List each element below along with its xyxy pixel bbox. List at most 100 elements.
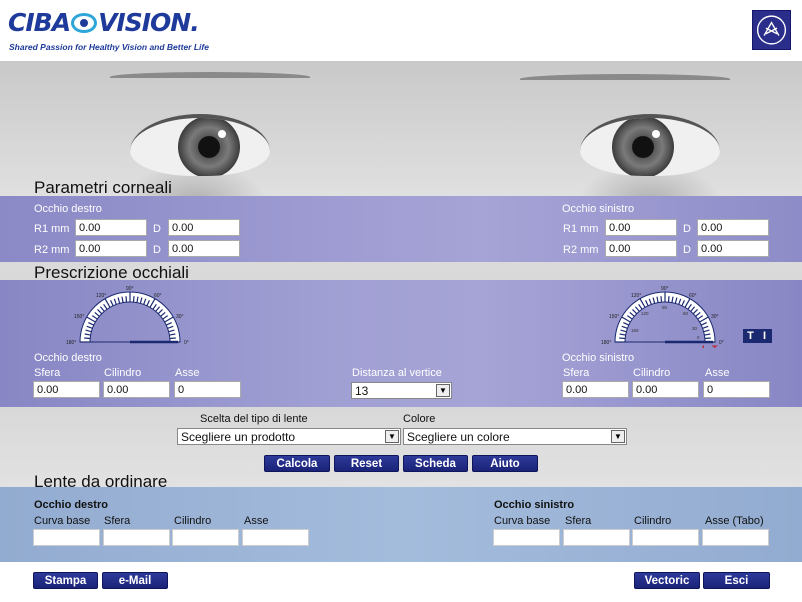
order-left-cilindro-output bbox=[632, 529, 699, 546]
order-left-curva-output bbox=[493, 529, 560, 546]
prescription-title: Prescrizione occhiali bbox=[34, 263, 189, 282]
protractor-tick bbox=[619, 337, 626, 340]
r2-d-left-input[interactable] bbox=[697, 240, 769, 257]
r2-mm-left-input[interactable] bbox=[605, 240, 677, 257]
color-select-value: Scegliere un colore bbox=[407, 430, 510, 444]
r2-label-right: R2 mm bbox=[34, 244, 70, 256]
corneal-left-label: Occhio sinistro bbox=[562, 203, 635, 215]
reset-button[interactable]: Reset bbox=[334, 455, 399, 472]
r2-mm-right-input[interactable] bbox=[75, 240, 147, 257]
vertex-label: Distanza al vertice bbox=[352, 367, 442, 379]
axis-protractor-left[interactable]: 180° 150° 120° 90° 60° 30° 0° 150 120 90… bbox=[595, 284, 735, 348]
order-right-sfera-output bbox=[103, 529, 170, 546]
r1-mm-left-input[interactable] bbox=[605, 219, 677, 236]
cilindro-label-right: Cilindro bbox=[104, 367, 142, 379]
mark-30-r: 30° bbox=[176, 314, 184, 320]
mark-90-l: 90° bbox=[661, 286, 669, 292]
mark-150-l: 150° bbox=[609, 314, 619, 320]
right-brow bbox=[520, 74, 730, 84]
mark-150-r: 150° bbox=[74, 314, 84, 320]
tagline: Shared Passion for Healthy Vision and Be… bbox=[9, 42, 209, 52]
inner-60-l: 60 bbox=[683, 311, 689, 316]
mark-120-l: 120° bbox=[631, 293, 641, 299]
mark-180-r: 180° bbox=[66, 340, 76, 346]
r1-d-left-input[interactable] bbox=[697, 219, 769, 236]
sfera-label-left: Sfera bbox=[563, 367, 590, 379]
left-brow bbox=[110, 72, 310, 82]
i-toggle-button[interactable]: I bbox=[757, 329, 772, 343]
order-left-col-cilindro: Cilindro bbox=[634, 515, 672, 527]
mark-90-r: 90° bbox=[126, 286, 134, 292]
sfera-label-right: Sfera bbox=[34, 367, 61, 379]
calcola-button[interactable]: Calcola bbox=[264, 455, 330, 472]
lens-type-select[interactable]: Scegliere un prodotto ▼ bbox=[177, 428, 401, 445]
order-left-asse-output bbox=[702, 529, 769, 546]
vertex-select[interactable]: 13 ▼ bbox=[351, 382, 452, 399]
order-right-col-sfera: Sfera bbox=[104, 515, 131, 527]
sfera-right-input[interactable] bbox=[33, 381, 100, 398]
prescription-right-label: Occhio destro bbox=[34, 352, 102, 364]
email-button[interactable]: e-Mail bbox=[102, 572, 168, 589]
mark-0-l: 0° bbox=[719, 340, 724, 346]
asse-right-input[interactable] bbox=[174, 381, 241, 398]
d-label-r2-right: D bbox=[153, 244, 161, 256]
mark-180-l: 180° bbox=[601, 340, 611, 346]
photo-eye-left bbox=[130, 114, 270, 176]
r1-label-right: R1 mm bbox=[34, 223, 70, 235]
protractor-tick bbox=[84, 337, 91, 340]
chevron-down-icon: ▼ bbox=[385, 430, 399, 443]
r2-label-left: R2 mm bbox=[563, 244, 599, 256]
eye-logo-icon bbox=[71, 13, 98, 33]
chevron-down-icon: ▼ bbox=[611, 430, 625, 443]
r2-d-right-input[interactable] bbox=[168, 240, 240, 257]
order-right-col-curva: Curva base bbox=[34, 515, 91, 527]
scheda-button[interactable]: Scheda bbox=[403, 455, 468, 472]
asse-left-input[interactable] bbox=[703, 381, 770, 398]
protractor-tick bbox=[660, 296, 663, 303]
order-right-col-asse: Asse bbox=[244, 515, 269, 527]
chevron-down-icon: ▼ bbox=[436, 384, 450, 397]
asse-label-right: Asse bbox=[175, 367, 200, 379]
order-left-col-curva: Curva base bbox=[494, 515, 551, 527]
seal-emblem-icon bbox=[752, 10, 791, 50]
vertex-select-value: 13 bbox=[355, 384, 369, 398]
cilindro-right-input[interactable] bbox=[103, 381, 170, 398]
color-select[interactable]: Scegliere un colore ▼ bbox=[403, 428, 627, 445]
protractor-tick bbox=[132, 296, 135, 303]
order-right-asse-output bbox=[242, 529, 309, 546]
letter-t-left: T bbox=[712, 344, 718, 348]
r1-mm-right-input[interactable] bbox=[75, 219, 147, 236]
d-label-r2-left: D bbox=[683, 244, 691, 256]
cilindro-label-left: Cilindro bbox=[633, 367, 671, 379]
mark-60-r: 60° bbox=[154, 293, 162, 299]
order-right-curva-output bbox=[33, 529, 100, 546]
lens-type-value: Scegliere un prodotto bbox=[181, 430, 296, 444]
mark-120-r: 120° bbox=[96, 293, 106, 299]
order-right-cilindro-output bbox=[172, 529, 239, 546]
order-left-col-sfera: Sfera bbox=[565, 515, 592, 527]
stampa-button[interactable]: Stampa bbox=[33, 572, 98, 589]
inner-30-l: 30 bbox=[692, 326, 698, 331]
d-label-r1-right: D bbox=[153, 223, 161, 235]
corneal-title: Parametri corneali bbox=[34, 178, 172, 197]
aiuto-button[interactable]: Aiuto bbox=[472, 455, 538, 472]
prescription-left-label: Occhio sinistro bbox=[562, 352, 635, 364]
protractor-tick bbox=[704, 337, 711, 340]
inner-0-l: 0 bbox=[697, 335, 700, 340]
order-left-label: Occhio sinistro bbox=[494, 499, 575, 511]
r1-d-right-input[interactable] bbox=[168, 219, 240, 236]
sfera-left-input[interactable] bbox=[562, 381, 629, 398]
cilindro-left-input[interactable] bbox=[632, 381, 699, 398]
esci-button[interactable]: Esci bbox=[703, 572, 770, 589]
order-left-col-asse: Asse (Tabo) bbox=[705, 515, 764, 527]
t-toggle-button[interactable]: T bbox=[743, 329, 758, 343]
vectoric-button[interactable]: Vectoric bbox=[634, 572, 700, 589]
photo-eye-right bbox=[580, 114, 720, 176]
inner-90-l: 90 bbox=[662, 305, 668, 310]
corneal-right-label: Occhio destro bbox=[34, 203, 102, 215]
mark-60-l: 60° bbox=[689, 293, 697, 299]
order-left-sfera-output bbox=[563, 529, 630, 546]
inner-120-l: 120 bbox=[641, 311, 649, 316]
axis-protractor-right[interactable]: 180° 150° 120° 90° 60° 30° 0° bbox=[60, 284, 200, 348]
mark-30-l: 30° bbox=[711, 314, 719, 320]
